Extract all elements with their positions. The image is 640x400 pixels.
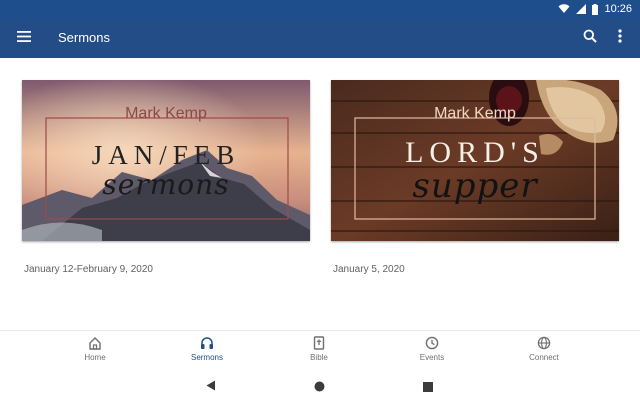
hamburger-menu-icon bbox=[17, 29, 31, 47]
nav-label-sermons: Sermons bbox=[190, 353, 223, 362]
nav-label-bible: Bible bbox=[310, 353, 328, 362]
artwork-title-text: LORD'S bbox=[405, 136, 545, 169]
nav-label-events: Events bbox=[419, 353, 445, 362]
status-bar: 10:26 bbox=[0, 0, 640, 18]
sermon-date: January 12-February 9, 2020 bbox=[24, 264, 153, 275]
battery-icon bbox=[592, 3, 599, 15]
more-vert-icon bbox=[618, 28, 622, 48]
more-options-button[interactable] bbox=[610, 28, 630, 48]
system-recents-icon[interactable] bbox=[423, 379, 433, 397]
menu-button[interactable] bbox=[14, 28, 34, 48]
artwork-title-text: JAN/FEB bbox=[91, 140, 241, 170]
nav-item-sermons[interactable]: Sermons bbox=[177, 336, 237, 368]
page-title: Sermons bbox=[58, 30, 111, 45]
clock-icon bbox=[402, 336, 462, 350]
sermon-artwork[interactable]: Mark Kemp LORD'S supper bbox=[331, 80, 619, 241]
home-icon bbox=[65, 336, 125, 350]
nav-item-connect[interactable]: Connect bbox=[514, 336, 574, 368]
artwork-subtitle-text: sermons bbox=[102, 168, 230, 201]
bible-icon bbox=[289, 336, 349, 350]
status-icons: 10:26 bbox=[558, 2, 632, 16]
artwork-subtitle-text: supper bbox=[412, 166, 538, 206]
headphones-icon bbox=[177, 336, 237, 350]
artwork-author-text: Mark Kemp bbox=[125, 105, 207, 122]
system-home-icon[interactable] bbox=[314, 379, 325, 397]
sermon-artwork[interactable]: Mark Kemp JAN/FEB sermons bbox=[22, 80, 310, 241]
nav-item-bible[interactable]: Bible bbox=[289, 336, 349, 368]
cell-signal-icon bbox=[576, 4, 587, 14]
system-navigation-bar bbox=[0, 370, 640, 400]
sermon-card[interactable]: Mark Kemp LORD'S supper January 5, 2020 bbox=[331, 80, 619, 275]
search-button[interactable] bbox=[580, 28, 600, 48]
sermon-card[interactable]: Mark Kemp JAN/FEB sermons January 12-Feb… bbox=[22, 80, 310, 275]
system-back-icon[interactable] bbox=[206, 378, 216, 396]
sermon-date: January 5, 2020 bbox=[333, 264, 405, 275]
wifi-icon bbox=[558, 4, 570, 14]
nav-label-home: Home bbox=[84, 353, 106, 362]
app-bar: Sermons bbox=[0, 18, 640, 58]
bottom-navigation: Home Sermons Bible Events Connect bbox=[0, 330, 640, 370]
nav-label-connect: Connect bbox=[529, 353, 559, 362]
sermons-screen: 10:26 Sermons Mark Kemp JAN/FEB sermons … bbox=[0, 0, 640, 400]
status-time: 10:26 bbox=[604, 3, 632, 15]
globe-icon bbox=[514, 336, 574, 350]
nav-item-home[interactable]: Home bbox=[65, 336, 125, 368]
nav-item-events[interactable]: Events bbox=[402, 336, 462, 368]
artwork-author-text: Mark Kemp bbox=[434, 105, 516, 122]
search-icon bbox=[583, 29, 597, 48]
